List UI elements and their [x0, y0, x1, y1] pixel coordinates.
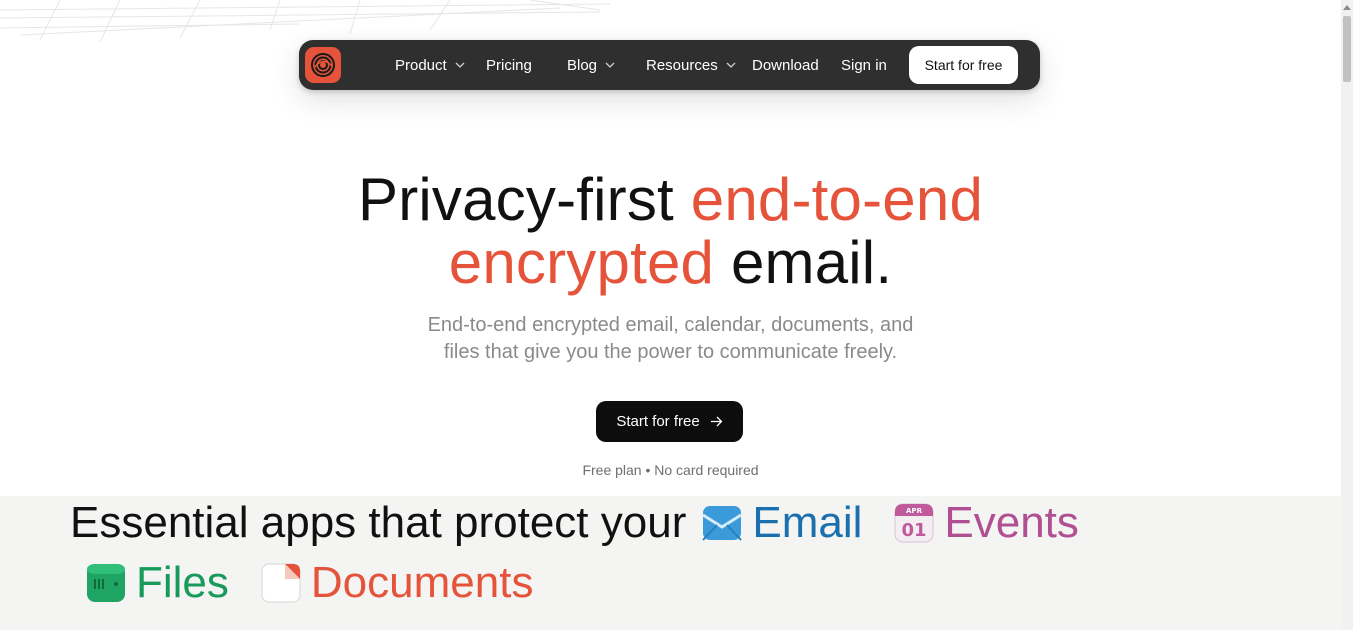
- hero-subtitle-line1: End-to-end encrypted email, calendar, do…: [427, 314, 914, 336]
- nav-resources[interactable]: Resources: [646, 40, 736, 90]
- app-events-label: Events: [944, 498, 1079, 547]
- nav-product[interactable]: Product: [395, 40, 465, 90]
- calendar-icon-day: 01: [902, 520, 927, 541]
- arrow-right-icon: [710, 416, 723, 427]
- spiral-logo-icon: [311, 53, 335, 77]
- scroll-up-arrow-icon[interactable]: [1341, 0, 1353, 14]
- document-icon: [261, 563, 301, 603]
- nav-pricing[interactable]: Pricing: [486, 40, 532, 90]
- chevron-down-icon: [455, 62, 465, 68]
- vertical-scrollbar[interactable]: [1341, 0, 1353, 630]
- nav-resources-label: Resources: [646, 56, 718, 74]
- nav-blog[interactable]: Blog: [567, 40, 615, 90]
- scrollbar-thumb[interactable]: [1343, 16, 1351, 82]
- calendar-icon-month: APR: [906, 507, 923, 515]
- chevron-down-icon: [605, 62, 615, 68]
- app-documents-label: Documents: [310, 558, 534, 607]
- envelope-icon: [702, 506, 743, 541]
- hero-subtitle-line2: files that give you the power to communi…: [443, 341, 898, 363]
- hero-subtitle: End-to-end encrypted email, calendar, do…: [0, 312, 1341, 366]
- free-plan-note: Free plan • No card required: [582, 462, 759, 478]
- nav-download[interactable]: Download: [752, 40, 819, 90]
- hero-title-accent2: encrypted: [448, 229, 715, 296]
- nav-sign-in-label: Sign in: [841, 56, 887, 74]
- nav-start-for-free-button[interactable]: Start for free: [909, 46, 1018, 84]
- hero-start-for-free-button[interactable]: Start for free: [596, 401, 743, 442]
- apps-heading-line1: Essential apps that protect your Email A…: [70, 493, 1079, 553]
- hero-title: Privacy-first end-to-end encrypted email…: [0, 168, 1341, 294]
- app-events[interactable]: APR 01 Events: [894, 498, 1079, 548]
- nav-blog-label: Blog: [567, 56, 598, 74]
- app-email-label: Email: [752, 498, 863, 547]
- chevron-down-icon: [726, 62, 736, 68]
- nav-pricing-label: Pricing: [486, 56, 532, 74]
- hero-title-part2: email.: [714, 229, 893, 296]
- page: Product Pricing Blog Resources Download …: [0, 0, 1341, 630]
- apps-heading-line2: Files Documents: [86, 553, 533, 613]
- hero-title-accent1: end-to-end: [690, 166, 984, 233]
- hero-title-part1: Privacy-first: [357, 166, 691, 233]
- nav-sign-in[interactable]: Sign in: [841, 40, 887, 90]
- calendar-icon: APR 01: [894, 503, 934, 543]
- top-navigation: Product Pricing Blog Resources Download …: [299, 40, 1040, 90]
- app-documents[interactable]: Documents: [261, 558, 534, 608]
- app-email[interactable]: Email: [702, 498, 862, 548]
- app-files-label: Files: [136, 558, 229, 607]
- app-files[interactable]: Files: [86, 558, 229, 608]
- hero-cta-label: Start for free: [616, 413, 700, 430]
- nav-download-label: Download: [752, 56, 819, 74]
- nav-product-label: Product: [395, 56, 447, 74]
- apps-heading: Essential apps that protect your: [70, 498, 687, 547]
- apps-section: Essential apps that protect your Email A…: [0, 496, 1341, 630]
- file-cabinet-icon: [87, 564, 125, 602]
- brand-logo[interactable]: [305, 47, 341, 83]
